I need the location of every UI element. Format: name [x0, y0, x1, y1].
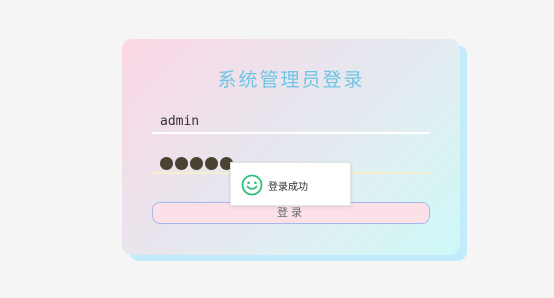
- smiley-face-icon: [241, 174, 263, 196]
- username-value[interactable]: admin: [160, 114, 199, 129]
- password-mask-dot: [205, 157, 218, 170]
- login-card: 系统管理员登录 admin 登录: [122, 39, 460, 255]
- success-toast: 登录成功: [230, 162, 351, 206]
- password-mask-dot: [160, 157, 173, 170]
- page: 系统管理员登录 admin 登录 登录成功: [0, 0, 554, 298]
- password-mask-dot: [175, 157, 188, 170]
- toast-message: 登录成功: [268, 182, 308, 193]
- password-mask-dot: [190, 157, 203, 170]
- login-title: 系统管理员登录: [217, 69, 365, 91]
- username-field[interactable]: admin: [152, 108, 430, 134]
- password-mask[interactable]: [160, 157, 233, 170]
